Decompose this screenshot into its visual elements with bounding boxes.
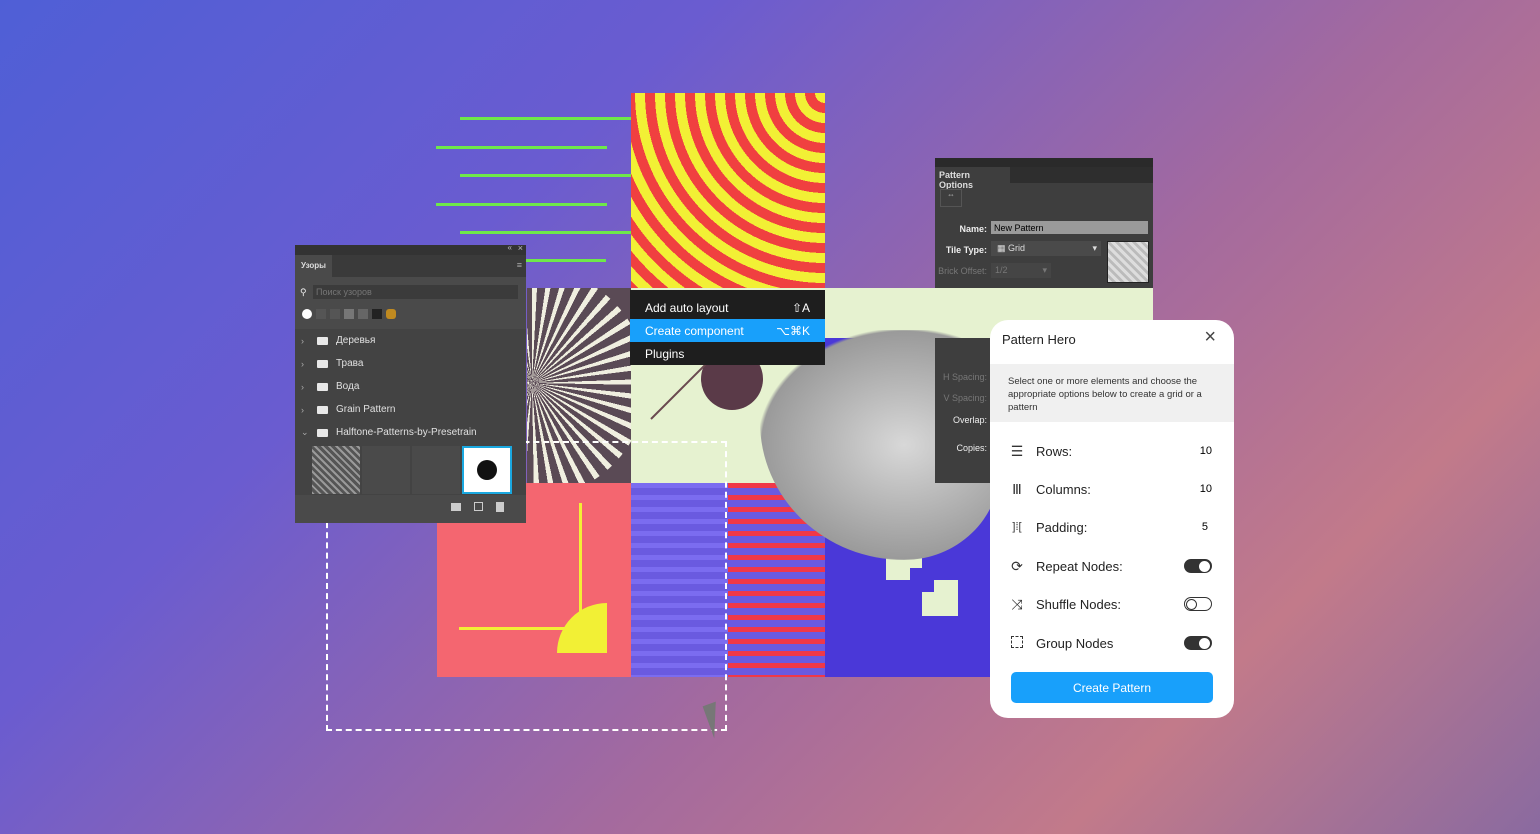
shuffle-label: Shuffle Nodes: [1036,596,1122,612]
brick-offset-value: 1/2 [995,265,1008,275]
tile-preview [1107,241,1149,283]
close-icon[interactable]: × [1204,326,1216,349]
create-pattern-button[interactable]: Create Pattern [1011,672,1213,703]
pattern-swatch[interactable] [412,446,460,494]
tile-type-value: Grid [1008,243,1026,253]
item-label: Halftone-Patterns-by-Presetrain [336,427,477,438]
menu-label: Create component [645,323,744,338]
tree-item-trees[interactable]: › Деревья [295,329,526,352]
padding-input[interactable] [1182,521,1212,533]
rows-label: Rows: [1036,443,1073,459]
trash-icon[interactable] [496,502,504,512]
folder-icon [317,405,328,414]
search-input[interactable] [313,285,518,299]
search-icon: ⚲ [300,287,307,297]
pattern-options-lower: H Spacing: V Spacing: Overlap: Copies: [935,338,991,483]
folder-icon[interactable] [451,503,461,511]
padding-label: Padding: [1036,519,1088,535]
tree-item-halftone[interactable]: ⌄ Halftone-Patterns-by-Presetrain [295,421,526,444]
tree-item-grain[interactable]: › Grain Pattern [295,398,526,421]
group-toggle[interactable] [1184,636,1212,650]
brick-offset-select[interactable]: 1/2 ▾ [991,263,1051,278]
padding-icon: ]⁞[ [1012,521,1022,533]
description: Select one or more elements and choose t… [990,364,1234,422]
chevron-right-icon[interactable]: › [301,405,309,415]
folder-icon [317,382,328,391]
folder-icon [317,359,328,368]
pattern-swatch[interactable] [362,446,410,494]
menu-label: Add auto layout [645,300,729,315]
columns-icon: Ⅲ [1012,480,1022,497]
pattern-swatch-selected[interactable] [462,446,512,494]
item-label: Деревья [336,335,376,346]
menu-shortcut: ⌥⌘K [776,323,810,338]
columns-label: Columns: [1036,481,1091,497]
columns-input[interactable] [1182,483,1212,495]
chevron-right-icon[interactable]: › [301,336,309,346]
folder-open-icon [317,428,328,437]
rows-icon: ☰ [1010,442,1024,459]
item-label: Трава [336,358,364,369]
pattern-swatch[interactable] [312,446,360,494]
chevron-down-icon[interactable]: ⌄ [301,427,309,438]
menu-item-create-component[interactable]: Create component ⌥⌘K [630,319,825,342]
shuffle-toggle[interactable] [1184,597,1212,611]
tab-pattern-options[interactable]: Pattern Options [935,167,1010,190]
art-tile-arcs [631,93,825,288]
tree-item-water[interactable]: › Вода [295,375,526,398]
group-label: Group Nodes [1036,635,1114,651]
tab-patterns[interactable]: Узоры [295,255,332,277]
tile-type-label: Tile Type: [945,245,987,255]
menu-label: Plugins [645,346,685,361]
pattern-options-panel: Pattern Options ⇔ Name: Tile Type: ▦ Gri… [935,158,1153,288]
folder-icon [317,336,328,345]
v-spacing-label: V Spacing: [943,393,987,403]
dropdown-arrow-icon: ▾ [1092,243,1097,253]
copies-label: Copies: [956,443,987,453]
pattern-hero-panel: Pattern Hero × Select one or more elemen… [990,320,1234,718]
repeat-icon: ⟳ [1011,557,1023,574]
tile-type-select[interactable]: ▦ Grid ▾ [991,241,1101,256]
menu-item-plugins[interactable]: Plugins [630,342,825,365]
new-pattern-icon[interactable] [474,502,483,511]
item-label: Grain Pattern [336,404,396,415]
repeat-label: Repeat Nodes: [1036,558,1123,574]
pattern-presets-row[interactable] [302,309,396,319]
overlap-label: Overlap: [952,415,987,425]
name-label: Name: [959,224,987,234]
tree-item-grass[interactable]: › Трава [295,352,526,375]
panel-title: Pattern Hero [1002,332,1076,347]
h-spacing-label: H Spacing: [942,372,987,382]
repeat-toggle[interactable] [1184,559,1212,573]
patterns-panel: « × Узоры ≡ ⚲ › Деревья › Трава › Вода › Grai… [295,243,526,523]
chevron-right-icon[interactable]: › [301,382,309,392]
collapse-icon[interactable]: « [508,243,512,252]
name-input[interactable] [991,221,1148,234]
menu-shortcut: ⇧A [791,300,810,315]
chevron-right-icon[interactable]: › [301,359,309,369]
group-icon [1008,635,1026,651]
context-menu: Add auto layout ⇧A Create component ⌥⌘K Pl… [630,290,825,365]
close-icon[interactable]: × [518,243,523,253]
rows-input[interactable] [1182,445,1212,457]
menu-item-add-auto-layout[interactable]: Add auto layout ⇧A [630,296,825,319]
item-label: Вода [336,381,360,392]
shuffle-icon: ⤨ [1011,595,1023,612]
brick-offset-label: Brick Offset: [938,266,987,276]
grid-icon: ▦ [997,243,1009,253]
edit-tile-icon[interactable]: ⇔ [940,189,962,207]
panel-menu-icon[interactable]: ≡ [517,260,522,270]
